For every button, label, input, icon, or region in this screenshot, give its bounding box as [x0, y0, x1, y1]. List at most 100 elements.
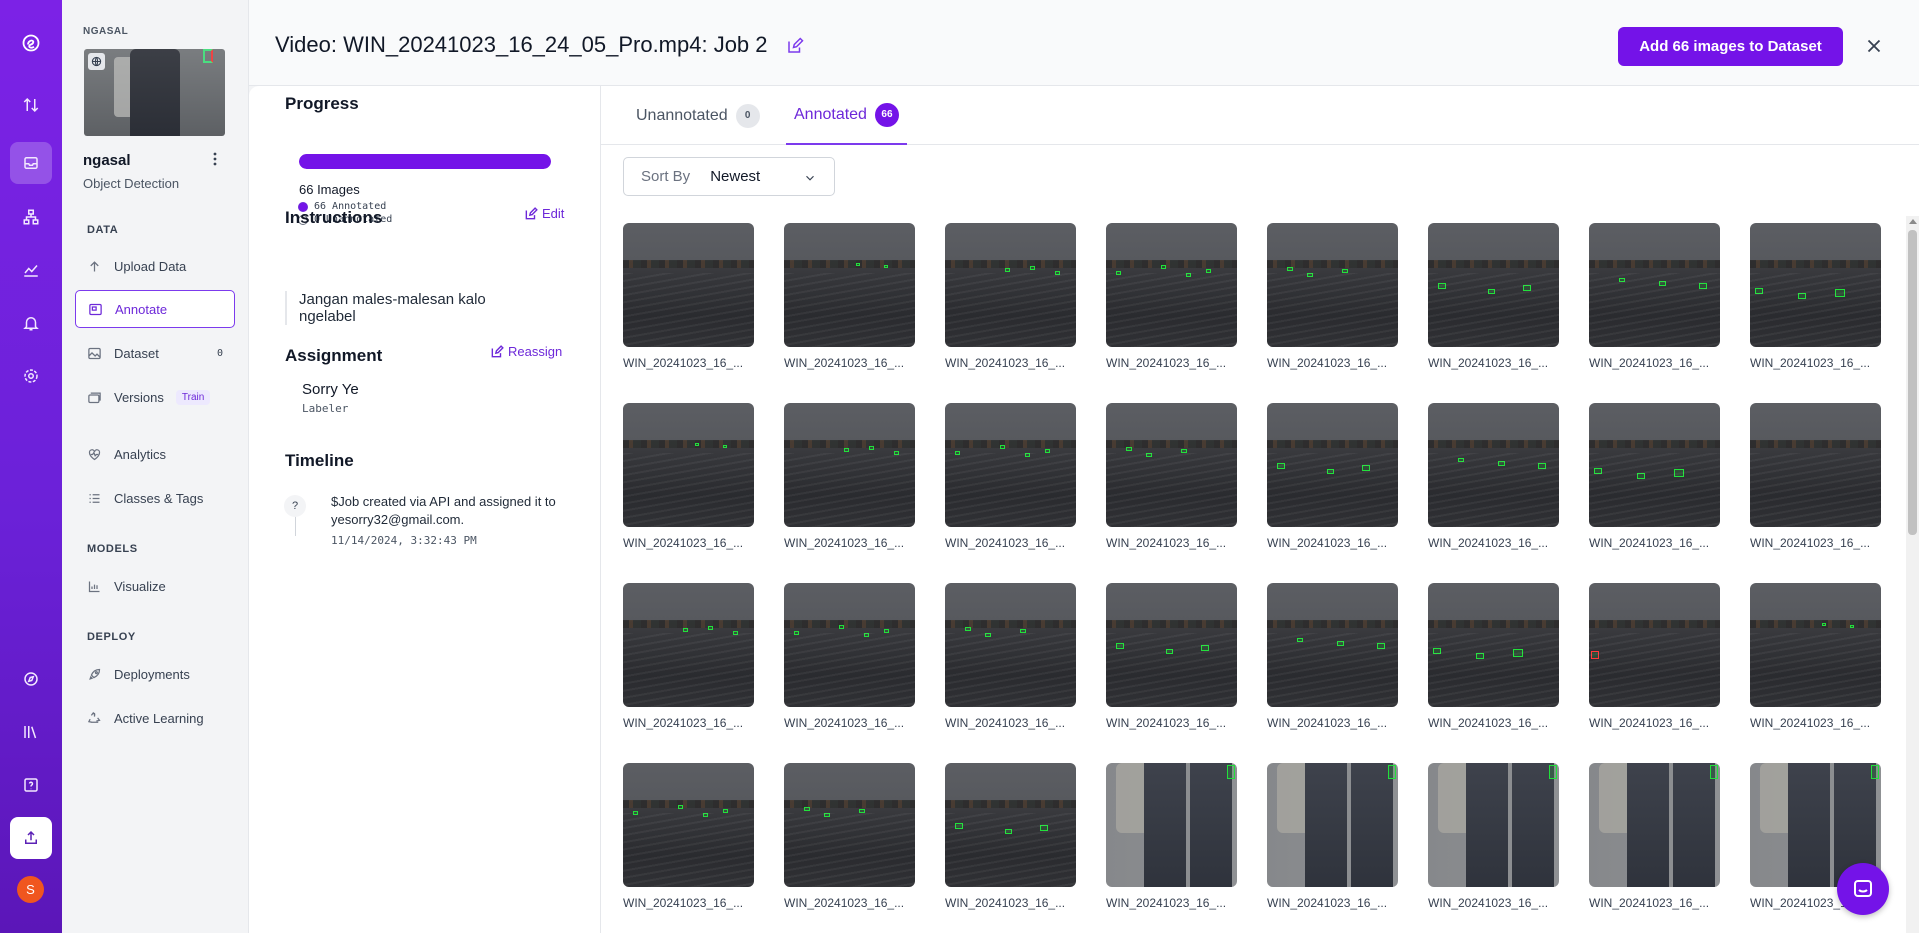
image-thumbnail[interactable]: WIN_20241023_16_... [1106, 583, 1237, 730]
image-thumbnail[interactable]: WIN_20241023_16_... [1428, 583, 1559, 730]
thumbnail-image [1750, 403, 1881, 527]
trend-icon[interactable] [10, 249, 52, 291]
image-thumbnail[interactable]: WIN_20241023_16_... [1428, 223, 1559, 370]
image-thumbnail[interactable]: WIN_20241023_16_... [784, 223, 915, 370]
image-thumbnail[interactable]: WIN_20241023_16_... [1750, 403, 1881, 550]
progress-bar [299, 154, 551, 169]
image-thumbnail[interactable]: WIN_20241023_16_... [1589, 583, 1720, 730]
image-thumbnail[interactable]: WIN_20241023_16_... [623, 223, 754, 370]
image-thumbnail[interactable]: WIN_20241023_16_... [784, 763, 915, 910]
image-thumbnail[interactable]: WIN_20241023_16_... [1106, 403, 1237, 550]
upload-icon[interactable] [10, 817, 52, 859]
nav-item-analytics[interactable]: Analytics [75, 435, 235, 473]
nav-item-label: Upload Data [114, 258, 187, 274]
bounding-box [678, 805, 683, 809]
nav-item-deployments[interactable]: Deployments [75, 655, 235, 693]
image-thumbnail[interactable]: WIN_20241023_16_... [623, 403, 754, 550]
tab-annotated[interactable]: Annotated 66 [786, 86, 907, 145]
bell-icon[interactable] [10, 302, 52, 344]
tab-unannotated[interactable]: Unannotated 0 [628, 86, 768, 145]
nav-item-dataset[interactable]: Dataset 0 [75, 334, 235, 372]
thumbnail-image [1106, 583, 1237, 707]
sort-dropdown[interactable]: Sort By Newest [623, 157, 835, 196]
bounding-box [1594, 468, 1602, 474]
chat-launcher-button[interactable] [1837, 863, 1889, 915]
bounding-box [1488, 289, 1495, 294]
tab-count-badge: 0 [735, 103, 760, 128]
reassign-link[interactable]: Reassign [490, 344, 562, 359]
status-tabs: Unannotated 0 Annotated 66 [601, 86, 1919, 145]
inbox-icon[interactable] [10, 142, 52, 184]
thumbnail-filename: WIN_20241023_16_... [945, 716, 1066, 730]
image-thumbnail[interactable]: WIN_20241023_16_... [623, 583, 754, 730]
nav-item-upload-data[interactable]: Upload Data [75, 247, 235, 285]
transfer-icon[interactable] [10, 84, 52, 126]
image-thumbnail[interactable]: WIN_20241023_16_... [1267, 223, 1398, 370]
thumbnail-filename: WIN_20241023_16_... [1750, 716, 1871, 730]
bounding-box [869, 446, 874, 450]
image-thumbnail[interactable]: WIN_20241023_16_... [1589, 223, 1720, 370]
hierarchy-icon[interactable] [10, 196, 52, 238]
bounding-box [723, 809, 728, 813]
image-thumbnail[interactable]: WIN_20241023_16_... [784, 583, 915, 730]
bounding-box [1146, 453, 1152, 457]
close-icon[interactable] [1863, 35, 1885, 57]
thumbnail-filename: WIN_20241023_16_... [945, 536, 1066, 550]
thumbnail-image [1589, 403, 1720, 527]
nav-item-classes-tags[interactable]: Classes & Tags [75, 479, 235, 517]
nav-item-versions[interactable]: Versions Train [75, 378, 235, 416]
image-thumbnail[interactable]: WIN_20241023_16_... [1106, 223, 1237, 370]
user-avatar[interactable]: S [17, 876, 44, 903]
compass-icon[interactable] [10, 658, 52, 700]
library-icon[interactable] [10, 711, 52, 753]
bounding-box [1619, 278, 1625, 282]
image-thumbnail[interactable]: WIN_20241023_16_... [1589, 403, 1720, 550]
image-thumbnail[interactable]: WIN_20241023_16_... [945, 223, 1076, 370]
nav-item-label: Classes & Tags [114, 490, 204, 506]
thumbnail-filename: WIN_20241023_16_... [1589, 716, 1710, 730]
thumbnail-filename: WIN_20241023_16_... [1750, 356, 1871, 370]
nav-item-label: Annotate [115, 301, 168, 317]
scrollbar[interactable] [1906, 216, 1919, 933]
more-vertical-icon[interactable] [208, 152, 222, 170]
image-thumbnail[interactable]: WIN_20241023_16_... [945, 403, 1076, 550]
thumbnail-image [784, 223, 915, 347]
image-thumbnail[interactable]: WIN_20241023_16_... [623, 763, 754, 910]
image-thumbnail[interactable]: WIN_20241023_16_... [1750, 223, 1881, 370]
edit-instructions-link[interactable]: Edit [524, 206, 564, 221]
settings-gear-icon[interactable] [10, 355, 52, 397]
timeline-event-text: $Job created via API and assigned it to … [331, 494, 556, 527]
thumbnail-image [945, 403, 1076, 527]
image-thumbnail[interactable]: WIN_20241023_16_... [945, 583, 1076, 730]
image-thumbnail[interactable]: WIN_20241023_16_... [1267, 403, 1398, 550]
bounding-box [955, 823, 963, 829]
image-thumbnail[interactable]: WIN_20241023_16_... [1428, 403, 1559, 550]
assignment-title: Assignment [285, 346, 383, 365]
nav-item-visualize[interactable]: Visualize [75, 567, 235, 605]
nav-item-active-learning[interactable]: Active Learning [75, 699, 235, 737]
help-icon[interactable] [10, 764, 52, 806]
project-thumbnail[interactable] [84, 49, 225, 136]
add-to-dataset-button[interactable]: Add 66 images to Dataset [1618, 27, 1843, 66]
thumbnail-image [1267, 403, 1398, 527]
thumbnail-image [1750, 583, 1881, 707]
scrollbar-thumb[interactable] [1908, 230, 1917, 535]
thumbnail-image [1428, 763, 1559, 887]
image-thumbnail[interactable]: WIN_20241023_16_... [784, 403, 915, 550]
image-thumbnail[interactable]: WIN_20241023_16_... [1106, 763, 1237, 910]
image-thumbnail[interactable]: WIN_20241023_16_... [1428, 763, 1559, 910]
image-thumbnail[interactable]: WIN_20241023_16_... [945, 763, 1076, 910]
nav-item-annotate[interactable]: Annotate [75, 290, 235, 328]
thumbnail-filename: WIN_20241023_16_... [1267, 896, 1388, 910]
logo-icon[interactable] [10, 22, 52, 64]
image-thumbnail[interactable]: WIN_20241023_16_... [1267, 583, 1398, 730]
train-pill[interactable]: Train [175, 389, 211, 405]
scroll-up-arrow-icon[interactable] [1909, 219, 1917, 224]
dataset-count-badge: 0 [216, 347, 223, 359]
image-thumbnail[interactable]: WIN_20241023_16_... [1750, 583, 1881, 730]
thumbnail-filename: WIN_20241023_16_... [1589, 896, 1710, 910]
image-thumbnail[interactable]: WIN_20241023_16_... [1267, 763, 1398, 910]
bounding-box [1030, 266, 1035, 270]
image-thumbnail[interactable]: WIN_20241023_16_... [1589, 763, 1720, 910]
edit-icon[interactable] [786, 37, 804, 55]
